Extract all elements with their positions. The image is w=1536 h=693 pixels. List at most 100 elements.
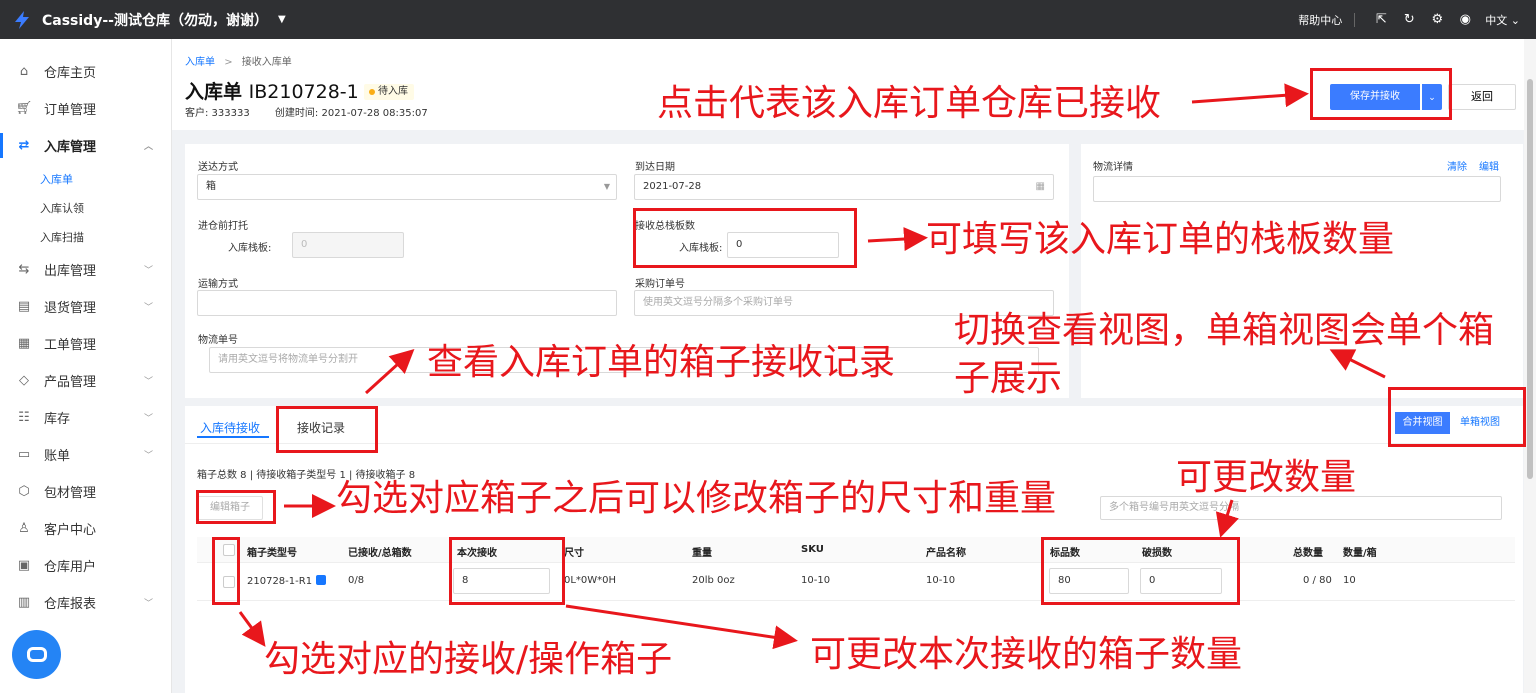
sidebar-item-inbound[interactable]: ⇄ 入库管理 ︿: [0, 127, 171, 164]
sidebar-item-customers[interactable]: ♙ 客户中心: [0, 510, 171, 547]
bill-icon: ▭: [17, 447, 31, 462]
sidebar-item-reports[interactable]: ▥ 仓库报表 ﹀: [0, 584, 171, 621]
status-badge: 待入库: [364, 84, 414, 100]
product-name-cell: 10-10: [926, 575, 956, 586]
annotation-view-line2: 子展示: [954, 358, 1063, 399]
sidebar-item-inventory[interactable]: ☷ 库存 ﹀: [0, 399, 171, 436]
merge-view-button[interactable]: 合并视图: [1395, 412, 1450, 434]
sidebar-item-orders[interactable]: 🛒︎ 订单管理: [0, 90, 171, 127]
caret-down-icon: ▼: [603, 182, 610, 191]
col-good-qty: 标品数: [1050, 548, 1080, 559]
edit-link[interactable]: 编辑: [1479, 158, 1499, 173]
sidebar-item-packaging[interactable]: ⬡ 包材管理: [0, 473, 171, 510]
annotation-save: 点击代表该入库订单仓库已接收: [657, 83, 1162, 124]
page-scrollbar[interactable]: [1524, 39, 1536, 693]
col-qty-per-box: 数量/箱: [1343, 548, 1377, 559]
save-dropdown-button[interactable]: ⌄: [1422, 84, 1442, 110]
calendar-icon: ▦: [1035, 181, 1045, 192]
save-and-receive-button[interactable]: 保存并接收: [1330, 84, 1420, 110]
row-checkbox[interactable]: [223, 576, 235, 588]
sidebar: ⌂ 仓库主页 🛒︎ 订单管理 ⇄ 入库管理 ︿ 入库单 入库认领 入库扫描 ⇆ 出库管理 ﹀…: [0, 39, 172, 693]
chevron-down-icon: ﹀: [143, 599, 153, 609]
select-all-checkbox[interactable]: [223, 544, 235, 556]
logistics-detail-input[interactable]: [1093, 176, 1501, 202]
inbound-icon: ⇄: [18, 138, 30, 153]
sidebar-item-label: 工单管理: [44, 338, 97, 353]
chevron-down-icon[interactable]: ▼: [278, 14, 286, 25]
cart-icon: 🛒︎: [15, 101, 33, 116]
refresh-icon[interactable]: ↻: [1395, 12, 1423, 27]
edit-box-button[interactable]: 编辑箱子: [197, 496, 263, 520]
col-weight: 重量: [692, 548, 712, 559]
chevron-down-icon: ﹀: [143, 266, 153, 276]
divider: [1354, 12, 1356, 27]
sidebar-item-label: 产品管理: [44, 375, 97, 390]
chevron-up-icon: ︿: [143, 142, 153, 152]
chat-support-button[interactable]: [12, 630, 61, 679]
single-box-view-button[interactable]: 单箱视图: [1451, 412, 1509, 434]
col-size: 尺寸: [564, 548, 584, 559]
sidebar-item-products[interactable]: ◇ 产品管理 ﹀: [0, 362, 171, 399]
col-this-receive: 本次接收: [457, 548, 497, 559]
order-meta: 客户: 333333 创建时间: 2021-07-28 08:35:07: [185, 104, 450, 119]
qty-per-box-cell: 10: [1343, 575, 1356, 586]
received-pallets-label: 接收总栈板数: [635, 221, 695, 232]
report-icon: ▥: [17, 595, 31, 610]
col-box-type: 箱子类型号: [247, 548, 297, 559]
breadcrumb-current: 接收入库单: [241, 57, 292, 68]
clear-link[interactable]: 清除: [1447, 158, 1467, 173]
help-center-link[interactable]: 帮助中心: [1298, 12, 1342, 28]
scrollbar-thumb[interactable]: [1527, 79, 1533, 479]
sidebar-item-home[interactable]: ⌂ 仓库主页: [0, 53, 171, 90]
page-title: 入库单 IB210728-1: [185, 77, 359, 104]
received-pallets-input[interactable]: 0: [727, 232, 839, 258]
breadcrumb-inbound-orders[interactable]: 入库单: [185, 57, 215, 68]
shipping-method-label: 运输方式: [198, 279, 238, 290]
language-switch[interactable]: 中文 ⌄: [1485, 12, 1520, 28]
sidebar-item-label: 仓库主页: [44, 66, 97, 81]
delivery-method-label: 送达方式: [198, 162, 238, 173]
tab-pending-receive[interactable]: 入库待接收: [200, 419, 260, 436]
table-row: 210728-1-R1 0/8 8 0L*0W*0H 20lb 0oz 10-1…: [197, 563, 1515, 601]
sidebar-item-bills[interactable]: ▭ 账单 ﹀: [0, 436, 171, 473]
sidebar-subitem-inbound-orders[interactable]: 入库单: [0, 164, 171, 193]
tab-receive-records[interactable]: 接收记录: [297, 419, 345, 436]
shipping-method-input[interactable]: [197, 290, 617, 316]
col-damaged: 破损数: [1142, 548, 1172, 559]
sku-cell: 10-10: [801, 575, 831, 586]
total-qty-cell: 0 / 80: [1303, 575, 1332, 586]
delivery-method-value: 箱: [206, 181, 216, 192]
sidebar-item-warehouse-users[interactable]: ▣ 仓库用户: [0, 547, 171, 584]
sidebar-item-label: 客户中心: [44, 523, 97, 538]
chevron-down-icon: ﹀: [143, 414, 153, 424]
box-search-input[interactable]: 多个箱号编号用英文逗号分隔: [1100, 496, 1502, 520]
return-icon: ▤: [17, 299, 31, 314]
back-button[interactable]: 返回: [1448, 84, 1516, 110]
arrival-date-value: 2021-07-28: [643, 181, 702, 192]
outbound-icon: ⇆: [18, 262, 30, 277]
good-qty-input[interactable]: 80: [1049, 568, 1129, 594]
sidebar-subitem-inbound-claim[interactable]: 入库认领: [0, 193, 171, 222]
breadcrumb-separator: >: [224, 57, 233, 68]
user-icon[interactable]: ◉: [1451, 12, 1479, 27]
arrival-date-input[interactable]: 2021-07-28 ▦: [634, 174, 1054, 200]
copy-icon[interactable]: [316, 575, 327, 585]
sidebar-subitem-inbound-scan[interactable]: 入库扫描: [0, 222, 171, 251]
sidebar-item-workorders[interactable]: ▦ 工单管理: [0, 325, 171, 362]
tag-icon: ◇: [19, 373, 29, 388]
delivery-method-select[interactable]: 箱 ▼: [197, 174, 617, 200]
this-receive-input[interactable]: 8: [453, 568, 550, 594]
warehouse-title[interactable]: Cassidy--测试仓库（勿动，谢谢）: [42, 10, 268, 30]
export-icon[interactable]: ⇱: [1367, 12, 1395, 27]
sidebar-item-outbound[interactable]: ⇆ 出库管理 ﹀: [0, 251, 171, 288]
damaged-qty-input[interactable]: 0: [1140, 568, 1222, 594]
annotation-edit-box: 勾选对应箱子之后可以修改箱子的尺寸和重量: [336, 478, 1057, 519]
settings-icon[interactable]: ⚙: [1423, 12, 1451, 27]
sidebar-item-returns[interactable]: ▤ 退货管理 ﹀: [0, 288, 171, 325]
weight-cell: 20lb 0oz: [692, 575, 735, 586]
annotation-check-box: 勾选对应的接收/操作箱子: [264, 639, 673, 680]
sidebar-item-label: 入库管理: [44, 140, 97, 155]
box-type-value: 210728-1-R1: [247, 576, 313, 587]
annotation-quantity: 可更改数量: [1176, 457, 1357, 498]
chat-icon: [26, 647, 47, 662]
